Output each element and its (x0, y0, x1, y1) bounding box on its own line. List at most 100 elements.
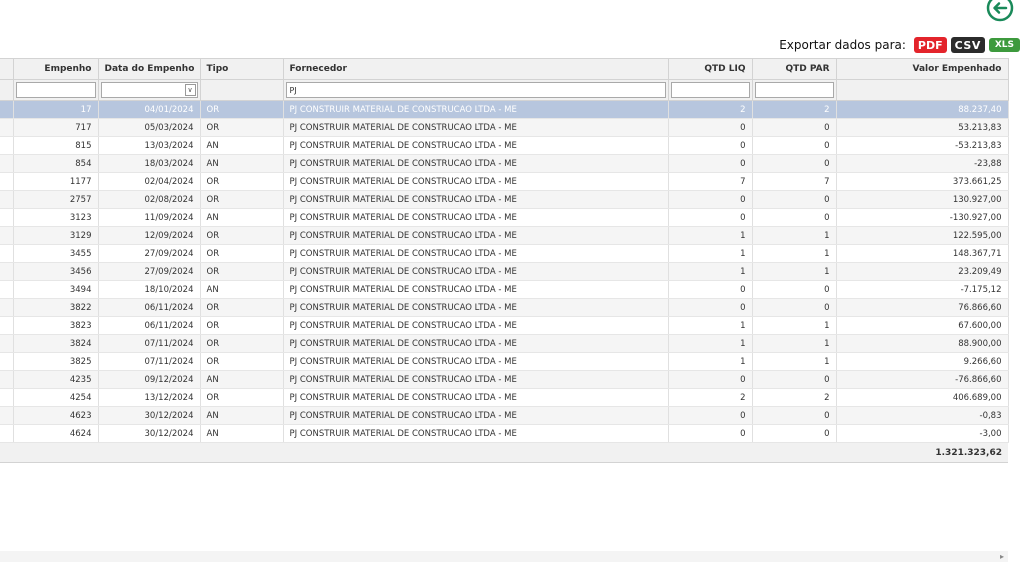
back-button[interactable] (984, 0, 1016, 24)
cell-tipo: OR (200, 244, 284, 263)
table-row[interactable]: 4624 30/12/2024 AN PJ CONSTRUIR MATERIAL DE… (0, 424, 1009, 443)
cell-empenho: 3822 (13, 298, 99, 317)
filter-fornecedor-input[interactable]: PJ (285, 82, 666, 98)
cell-empenho: 17 (13, 100, 99, 119)
export-csv-button[interactable]: CSV (950, 37, 985, 53)
cell-qtd-liq: 0 (668, 190, 753, 209)
cell-tipo: OR (200, 172, 284, 191)
table-row[interactable]: 4254 13/12/2024 OR PJ CONSTRUIR MATERIAL DE… (0, 388, 1009, 407)
cell-tipo: OR (200, 100, 284, 119)
cell-data-empenho: 30/12/2024 (98, 406, 201, 425)
cell-fornecedor: PJ CONSTRUIR MATERIAL DE CONSTRUCAO LTDA… (283, 190, 669, 209)
cell-data-empenho: 06/11/2024 (98, 316, 201, 335)
cell-fornecedor: PJ CONSTRUIR MATERIAL DE CONSTRUCAO LTDA… (283, 100, 669, 119)
table-row[interactable]: 3824 07/11/2024 OR PJ CONSTRUIR MATERIAL DE… (0, 334, 1009, 353)
table-row[interactable]: 3129 12/09/2024 OR PJ CONSTRUIR MATERIAL DE… (0, 226, 1009, 245)
filter-empenho-input[interactable] (15, 82, 96, 98)
table-row[interactable]: 4235 09/12/2024 AN PJ CONSTRUIR MATERIAL DE… (0, 370, 1009, 389)
header-data-empenho[interactable]: Data do Empenho (98, 58, 201, 80)
filter-tipo-empty (200, 79, 284, 101)
cell-qtd-par: 0 (752, 190, 837, 209)
row-indicator (0, 100, 14, 119)
table-row[interactable]: 717 05/03/2024 OR PJ CONSTRUIR MATERIAL DE … (0, 118, 1009, 137)
cell-tipo: OR (200, 316, 284, 335)
filter-valor-empty (836, 79, 1009, 101)
cell-qtd-liq: 1 (668, 244, 753, 263)
cell-tipo: AN (200, 406, 284, 425)
table-row[interactable]: 3825 07/11/2024 OR PJ CONSTRUIR MATERIAL DE… (0, 352, 1009, 371)
cell-empenho: 2757 (13, 190, 99, 209)
cell-fornecedor: PJ CONSTRUIR MATERIAL DE CONSTRUCAO LTDA… (283, 208, 669, 227)
scroll-right-icon[interactable]: ▸ (1000, 552, 1004, 561)
cell-empenho: 3823 (13, 316, 99, 335)
header-empenho[interactable]: Empenho (13, 58, 99, 80)
cell-empenho: 3456 (13, 262, 99, 281)
cell-qtd-par: 0 (752, 154, 837, 173)
cell-data-empenho: 07/11/2024 (98, 334, 201, 353)
cell-fornecedor: PJ CONSTRUIR MATERIAL DE CONSTRUCAO LTDA… (283, 118, 669, 137)
cell-empenho: 3129 (13, 226, 99, 245)
cell-fornecedor: PJ CONSTRUIR MATERIAL DE CONSTRUCAO LTDA… (283, 280, 669, 299)
chevron-down-icon[interactable]: ∨ (184, 84, 196, 96)
cell-fornecedor: PJ CONSTRUIR MATERIAL DE CONSTRUCAO LTDA… (283, 352, 669, 371)
table-row[interactable]: 815 13/03/2024 AN PJ CONSTRUIR MATERIAL DE … (0, 136, 1009, 155)
cell-empenho: 3455 (13, 244, 99, 263)
export-bar: Exportar dados para: PDF CSV XLS (779, 36, 1020, 54)
cell-qtd-liq: 0 (668, 298, 753, 317)
cell-data-empenho: 04/01/2024 (98, 100, 201, 119)
table-row[interactable]: 3823 06/11/2024 OR PJ CONSTRUIR MATERIAL DE… (0, 316, 1009, 335)
header-tipo[interactable]: Tipo (200, 58, 284, 80)
horizontal-scrollbar[interactable]: ▸ (0, 551, 1008, 562)
header-row: Empenho Data do Empenho Tipo Fornecedor … (0, 58, 1009, 80)
cell-qtd-par: 1 (752, 316, 837, 335)
header-qtd-par[interactable]: QTD PAR (752, 58, 837, 80)
cell-qtd-par: 0 (752, 406, 837, 425)
cell-qtd-par: 1 (752, 244, 837, 263)
filter-row: ∨ PJ (0, 79, 1009, 101)
cell-data-empenho: 27/09/2024 (98, 262, 201, 281)
row-indicator (0, 226, 14, 245)
cell-tipo: AN (200, 208, 284, 227)
table-row[interactable]: 3123 11/09/2024 AN PJ CONSTRUIR MATERIAL DE… (0, 208, 1009, 227)
table-row[interactable]: 3822 06/11/2024 OR PJ CONSTRUIR MATERIAL DE… (0, 298, 1009, 317)
cell-empenho: 1177 (13, 172, 99, 191)
cell-empenho: 3824 (13, 334, 99, 353)
cell-data-empenho: 05/03/2024 (98, 118, 201, 137)
table-row[interactable]: 17 04/01/2024 OR PJ CONSTRUIR MATERIAL DE C… (0, 100, 1009, 119)
table-row[interactable]: 1177 02/04/2024 OR PJ CONSTRUIR MATERIAL DE… (0, 172, 1009, 191)
cell-data-empenho: 06/11/2024 (98, 298, 201, 317)
table-row[interactable]: 3456 27/09/2024 OR PJ CONSTRUIR MATERIAL DE… (0, 262, 1009, 281)
filter-qtd-par-input[interactable] (754, 82, 834, 98)
row-indicator (0, 298, 14, 317)
export-xls-button[interactable]: XLS (988, 38, 1020, 52)
filter-qtd-liq-input[interactable] (670, 82, 750, 98)
table-row[interactable]: 3494 18/10/2024 AN PJ CONSTRUIR MATERIAL DE… (0, 280, 1009, 299)
cell-fornecedor: PJ CONSTRUIR MATERIAL DE CONSTRUCAO LTDA… (283, 154, 669, 173)
cell-data-empenho: 11/09/2024 (98, 208, 201, 227)
cell-valor-empenhado: 67.600,00 (836, 316, 1009, 335)
header-fornecedor[interactable]: Fornecedor (283, 58, 669, 80)
cell-fornecedor: PJ CONSTRUIR MATERIAL DE CONSTRUCAO LTDA… (283, 298, 669, 317)
cell-qtd-par: 1 (752, 334, 837, 353)
cell-tipo: AN (200, 424, 284, 443)
export-pdf-button[interactable]: PDF (913, 37, 947, 53)
table-row[interactable]: 4623 30/12/2024 AN PJ CONSTRUIR MATERIAL DE… (0, 406, 1009, 425)
cell-valor-empenhado: 148.367,71 (836, 244, 1009, 263)
row-indicator (0, 262, 14, 281)
cell-fornecedor: PJ CONSTRUIR MATERIAL DE CONSTRUCAO LTDA… (283, 406, 669, 425)
cell-data-empenho: 27/09/2024 (98, 244, 201, 263)
cell-fornecedor: PJ CONSTRUIR MATERIAL DE CONSTRUCAO LTDA… (283, 136, 669, 155)
table-row[interactable]: 3455 27/09/2024 OR PJ CONSTRUIR MATERIAL DE… (0, 244, 1009, 263)
cell-empenho: 854 (13, 154, 99, 173)
cell-qtd-liq: 0 (668, 118, 753, 137)
cell-qtd-liq: 0 (668, 406, 753, 425)
header-qtd-liq[interactable]: QTD LIQ (668, 58, 753, 80)
table-row[interactable]: 854 18/03/2024 AN PJ CONSTRUIR MATERIAL DE … (0, 154, 1009, 173)
cell-valor-empenhado: 76.866,60 (836, 298, 1009, 317)
cell-tipo: OR (200, 334, 284, 353)
table-row[interactable]: 2757 02/08/2024 OR PJ CONSTRUIR MATERIAL DE… (0, 190, 1009, 209)
cell-valor-empenhado: 53.213,83 (836, 118, 1009, 137)
header-valor-empenhado[interactable]: Valor Empenhado (836, 58, 1009, 80)
filter-data-select[interactable]: ∨ (100, 82, 198, 98)
cell-valor-empenhado: 122.595,00 (836, 226, 1009, 245)
